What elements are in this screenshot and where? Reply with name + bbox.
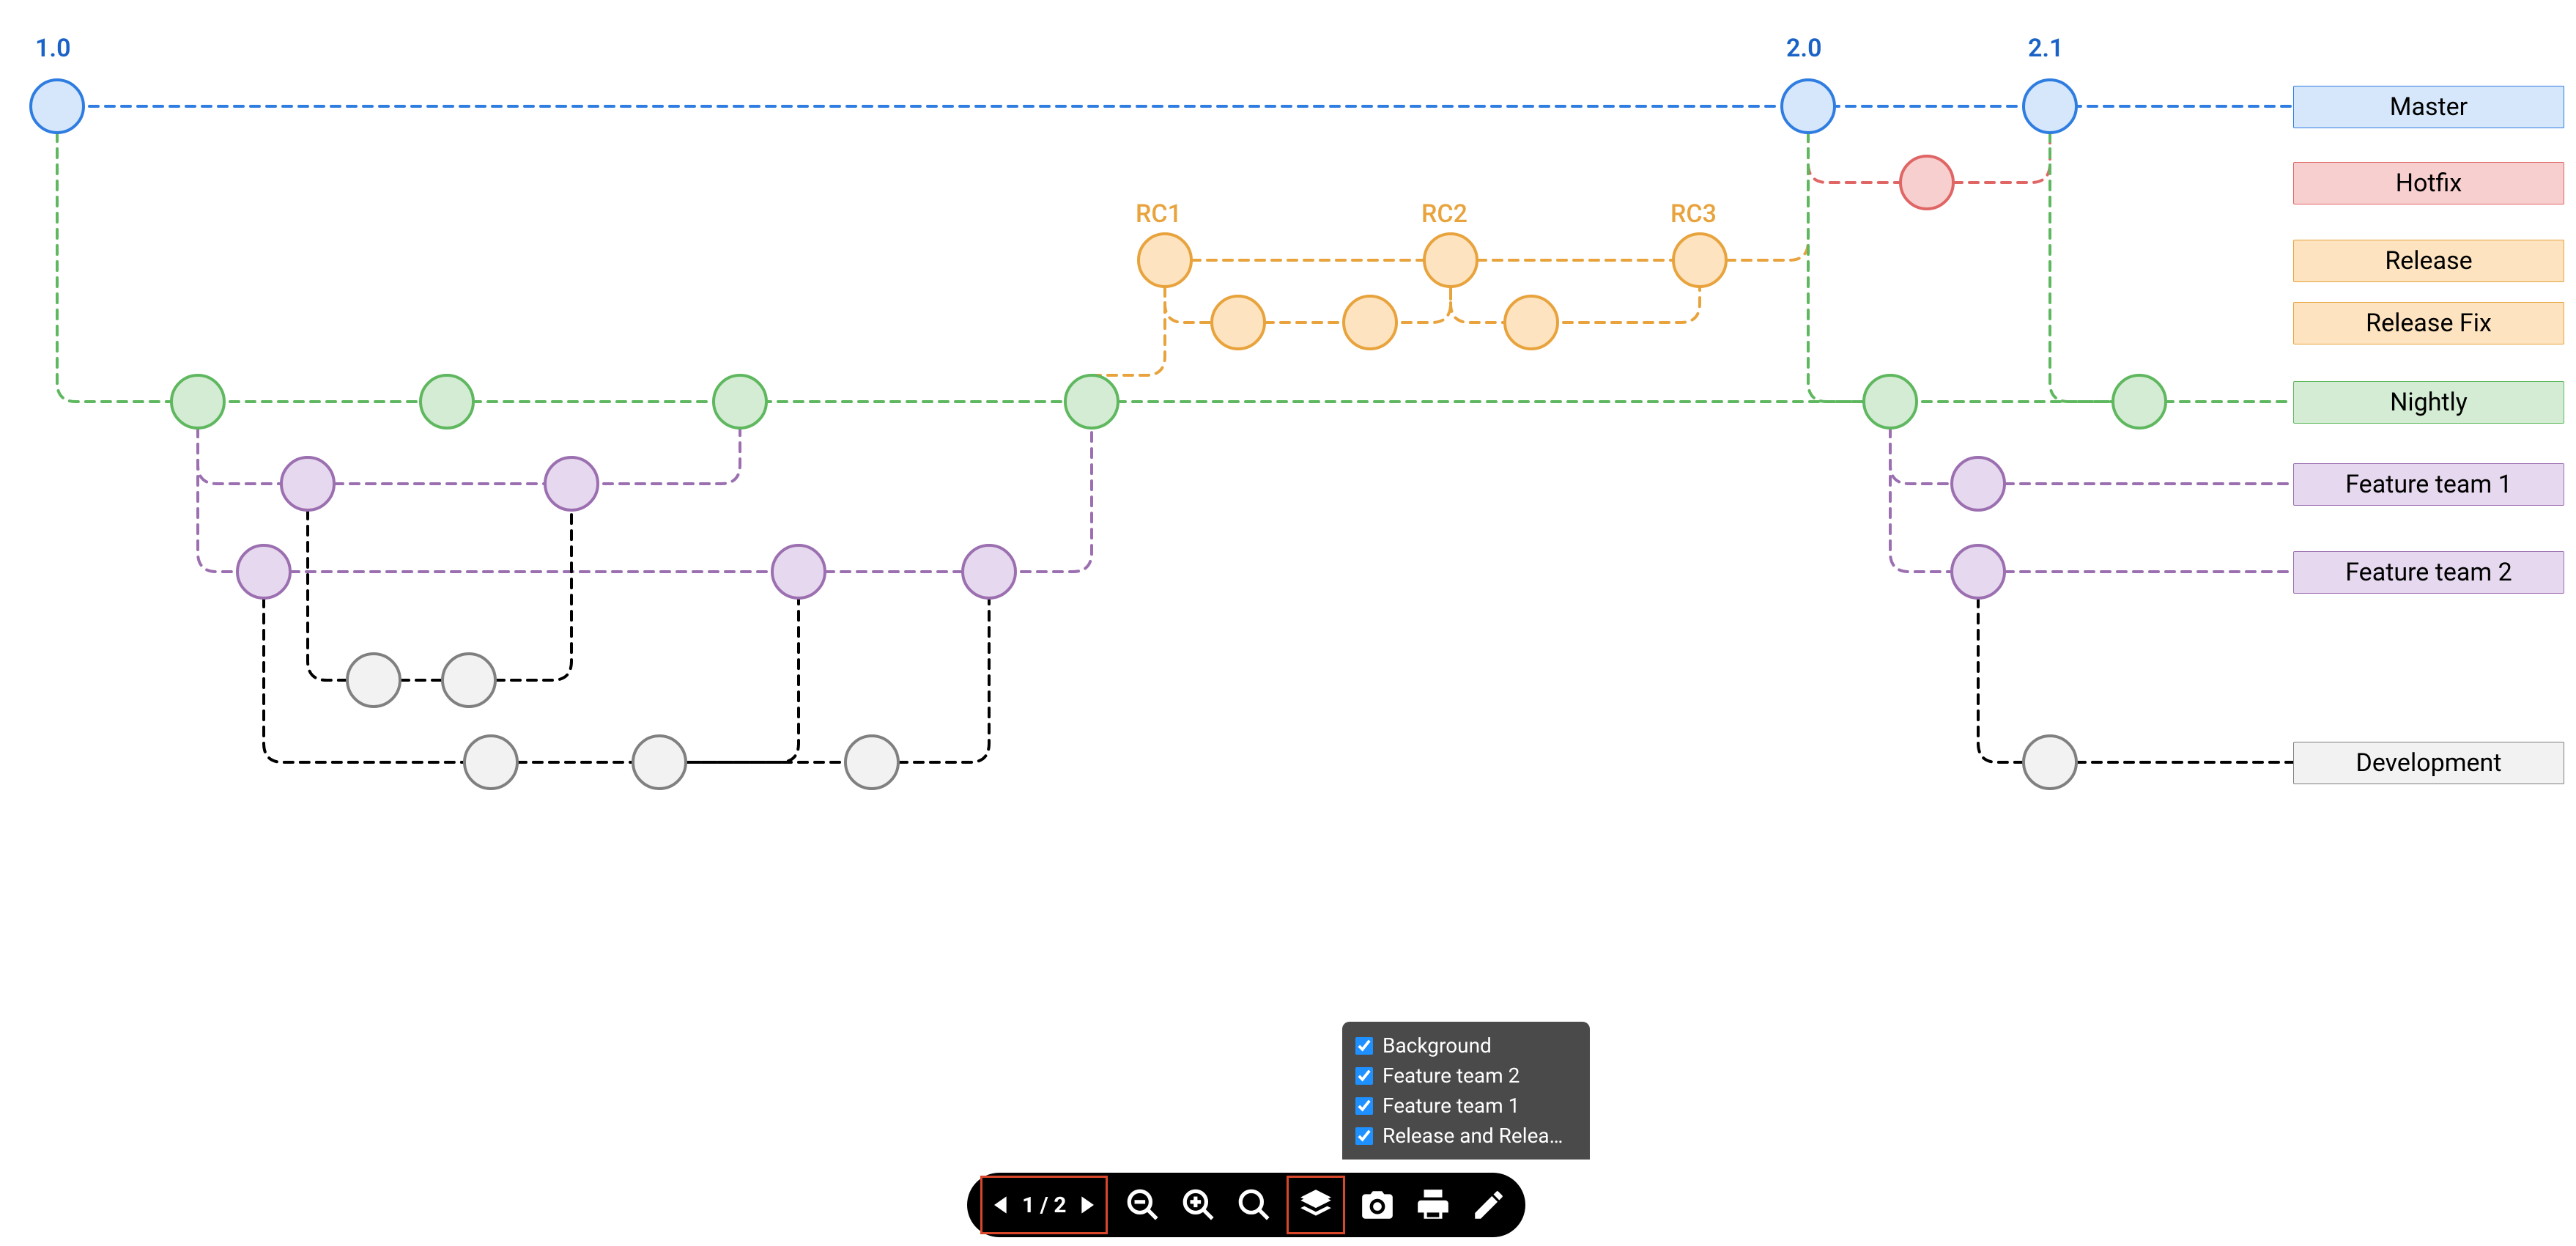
layer-label: Feature team 1 — [1383, 1094, 1520, 1118]
screenshot-button[interactable] — [1354, 1182, 1401, 1228]
print-button[interactable] — [1410, 1182, 1457, 1228]
layer-row[interactable]: Feature team 2 — [1352, 1061, 1572, 1091]
layer-label: Background — [1383, 1033, 1492, 1058]
toolbar: 1 / 2 — [967, 1173, 1525, 1237]
lane-master: Master — [2293, 86, 2564, 128]
layer-label: Feature team 2 — [1383, 1063, 1520, 1088]
lane-releasefix: Release Fix — [2293, 302, 2564, 344]
print-icon — [1415, 1187, 1451, 1223]
lane-nightly: Nightly — [2293, 381, 2564, 424]
next-page-button[interactable] — [1072, 1182, 1101, 1228]
zoom-out-button[interactable] — [1119, 1182, 1166, 1228]
version-label: 1.0 — [35, 34, 71, 63]
page-indicator: 1 / 2 — [1016, 1192, 1072, 1218]
version-label: 2.0 — [1786, 34, 1822, 63]
lane-hotfix: Hotfix — [2293, 162, 2564, 204]
layer-row[interactable]: Background — [1352, 1031, 1572, 1061]
layer-checkbox[interactable] — [1355, 1127, 1373, 1145]
diagram-canvas: 1.0 2.0 2.1 RC1 RC2 RC3 Master Hotfix Re… — [0, 0, 2576, 1246]
magnifier-icon — [1236, 1187, 1273, 1223]
layer-checkbox[interactable] — [1355, 1097, 1373, 1115]
zoom-fit-button[interactable] — [1231, 1182, 1278, 1228]
triangle-left-icon — [987, 1187, 1016, 1223]
zoom-in-button[interactable] — [1175, 1182, 1222, 1228]
layer-row[interactable]: Release and Relea… — [1352, 1121, 1572, 1151]
layers-popup: Background Feature team 2 Feature team 1… — [1342, 1022, 1590, 1160]
camera-icon — [1359, 1187, 1396, 1223]
lane-release: Release — [2293, 240, 2564, 282]
diagram-svg — [0, 0, 2576, 1246]
lane-feature2: Feature team 2 — [2293, 551, 2564, 594]
layer-checkbox[interactable] — [1355, 1067, 1373, 1085]
layer-checkbox[interactable] — [1355, 1037, 1373, 1055]
rc-label: RC2 — [1421, 199, 1467, 229]
zoom-out-icon — [1125, 1187, 1161, 1223]
edit-button[interactable] — [1465, 1182, 1512, 1228]
layer-row[interactable]: Feature team 1 — [1352, 1091, 1572, 1121]
layers-icon — [1298, 1187, 1334, 1223]
rc-label: RC1 — [1136, 199, 1182, 229]
lane-feature1: Feature team 1 — [2293, 463, 2564, 506]
triangle-right-icon — [1072, 1187, 1101, 1223]
page-navigation: 1 / 2 — [980, 1176, 1108, 1234]
zoom-in-icon — [1180, 1187, 1217, 1223]
layer-label: Release and Relea… — [1383, 1124, 1563, 1148]
lane-development: Development — [2293, 742, 2564, 784]
rc-label: RC3 — [1670, 199, 1717, 229]
pencil-icon — [1470, 1187, 1507, 1223]
prev-page-button[interactable] — [987, 1182, 1016, 1228]
layers-button[interactable] — [1287, 1176, 1345, 1234]
version-label: 2.1 — [2028, 34, 2064, 63]
